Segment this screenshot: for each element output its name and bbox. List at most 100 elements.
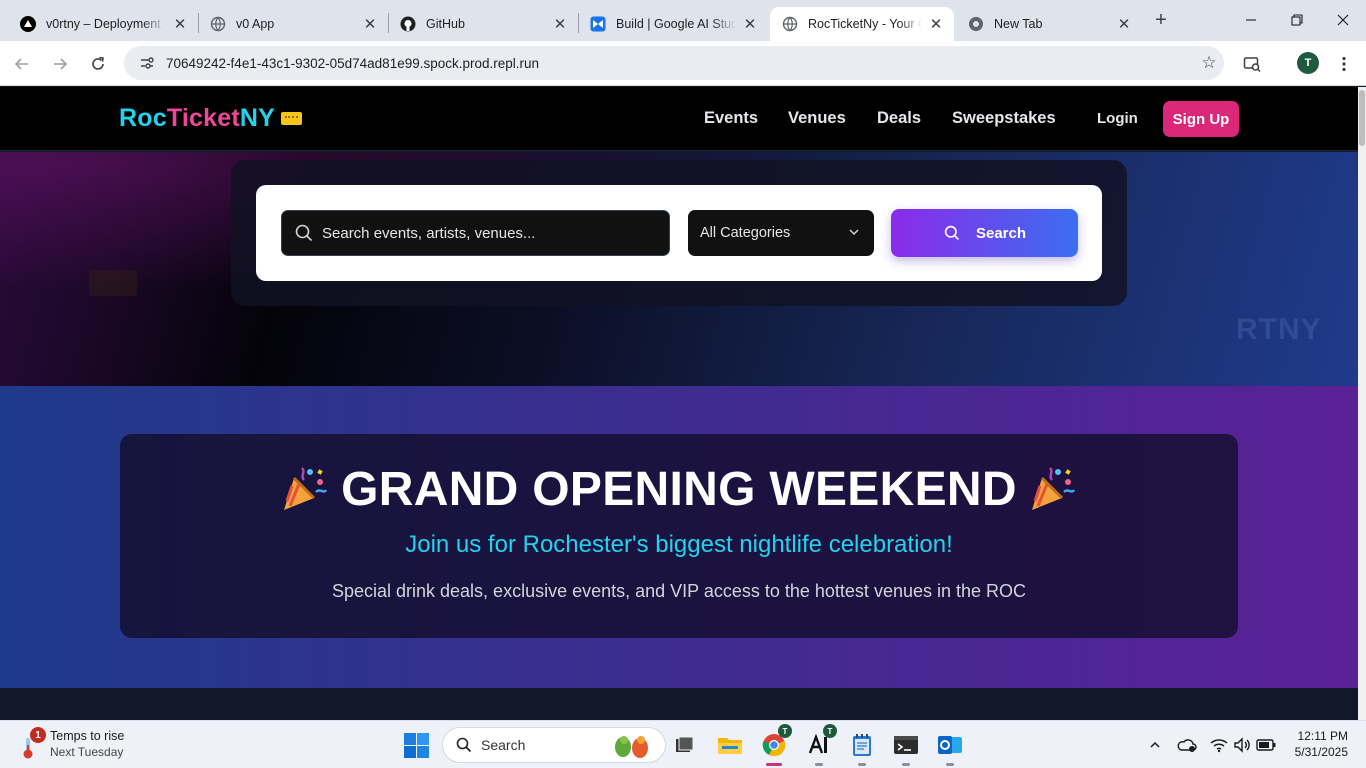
onedrive-icon[interactable]: [1176, 734, 1198, 756]
site-info-icon[interactable]: [138, 54, 156, 72]
chrome-taskbar-icon[interactable]: T: [759, 724, 792, 766]
profile-avatar[interactable]: T: [1297, 52, 1319, 74]
vercel-icon: [20, 16, 36, 32]
nav-link-events[interactable]: Events: [704, 109, 758, 128]
page-scrollbar-thumb[interactable]: [1359, 90, 1365, 146]
search-input[interactable]: Search events, artists, venues...: [281, 210, 670, 256]
notepad-icon[interactable]: [847, 730, 877, 766]
url-text: 70649242-f4e1-43c1-9302-05d74ad81e99.spo…: [166, 55, 540, 71]
promo-description: Special drink deals, exclusive events, a…: [331, 581, 1027, 601]
file-explorer-icon[interactable]: [715, 730, 745, 760]
minimize-icon[interactable]: [1228, 0, 1274, 40]
globe-icon: [210, 16, 226, 32]
kebab-menu-icon[interactable]: [1330, 50, 1358, 78]
login-link[interactable]: Login: [1097, 110, 1138, 127]
hero-section: RTNY Search events, artists, venues... A…: [0, 152, 1358, 386]
app-profile-badge: T: [823, 724, 837, 738]
search-button-label: Search: [975, 224, 1027, 242]
close-tab-icon[interactable]: ✕: [742, 16, 758, 33]
globe-icon: [782, 16, 798, 32]
tab-search-icon[interactable]: [1238, 50, 1266, 78]
search-button[interactable]: Search: [891, 209, 1078, 257]
weather-widget[interactable]: 1 Temps to rise Next Tuesday: [16, 727, 146, 763]
restore-icon[interactable]: [1274, 0, 1320, 40]
site-logo[interactable]: RocTicketNY: [119, 104, 275, 133]
screen: v0rtny – Deployment C ✕ v0 App ✕ GitHub …: [0, 0, 1366, 768]
wifi-icon[interactable]: [1208, 734, 1230, 756]
bookmark-star-icon[interactable]: ☆: [1194, 53, 1224, 73]
running-app-indicator: [815, 763, 823, 766]
chrome-profile-badge: T: [778, 724, 792, 738]
search-icon: [294, 223, 314, 243]
terminal-icon[interactable]: [891, 730, 921, 766]
nav-link-deals[interactable]: Deals: [877, 109, 921, 128]
logo-text-ticket: Ticket: [166, 104, 240, 132]
grand-opening-card: GRAND OPENING WEEKEND Join us for Roches…: [120, 434, 1238, 638]
github-icon: [400, 16, 416, 32]
active-app-indicator: [766, 763, 782, 766]
weather-headline: Temps to rise: [50, 729, 125, 743]
search-icon: [455, 736, 473, 754]
running-app-indicator: [902, 763, 910, 766]
clock-date: 5/31/2025: [1294, 745, 1348, 759]
close-tab-icon[interactable]: ✕: [552, 16, 568, 33]
logo-text-roc: Roc: [119, 104, 167, 132]
search-highlight-birds-icon: [615, 736, 648, 758]
promo-subtitle: Join us for Rochester's biggest nightlif…: [405, 531, 953, 558]
close-tab-icon[interactable]: ✕: [172, 16, 188, 33]
ai-studio-icon: [590, 16, 606, 32]
weather-notification-badge: 1: [30, 727, 46, 743]
close-tab-icon[interactable]: ✕: [1116, 16, 1132, 33]
weather-subline: Next Tuesday: [50, 745, 124, 759]
nav-link-venues[interactable]: Venues: [788, 109, 846, 128]
close-window-icon[interactable]: [1320, 0, 1366, 40]
system-clock[interactable]: 12:11 PM 5/31/2025: [1280, 728, 1348, 760]
volume-icon[interactable]: [1231, 734, 1253, 756]
task-view-icon[interactable]: [669, 730, 699, 760]
hero-background-shape: [89, 270, 137, 296]
windows-start-icon[interactable]: [404, 733, 429, 758]
nav-link-sweepstakes[interactable]: Sweepstakes: [952, 109, 1056, 128]
tab-new-tab[interactable]: New Tab ✕: [956, 7, 1142, 41]
logo-text-ny: NY: [239, 104, 275, 132]
search-card: Search events, artists, venues... All Ca…: [256, 185, 1102, 281]
close-tab-icon[interactable]: ✕: [362, 16, 378, 33]
new-tab-plus-icon[interactable]: +: [1150, 9, 1172, 31]
sign-up-button[interactable]: Sign Up: [1163, 101, 1239, 137]
category-selected-value: All Categories: [700, 225, 791, 241]
running-app-indicator: [858, 763, 866, 766]
browser-tab-strip: v0rtny – Deployment C ✕ v0 App ✕ GitHub …: [0, 0, 1366, 41]
ai-app-taskbar-icon[interactable]: T: [804, 724, 837, 766]
forward-arrow-icon[interactable]: [46, 50, 74, 78]
back-arrow-icon[interactable]: [8, 50, 36, 78]
ticket-emoji-icon: [281, 112, 302, 125]
chrome-icon: [968, 16, 984, 32]
category-select[interactable]: All Categories: [688, 210, 874, 256]
tab-title: v0 App: [236, 17, 275, 31]
close-tab-icon[interactable]: ✕: [928, 16, 944, 33]
tab-v0-app[interactable]: v0 App ✕: [198, 7, 388, 41]
clock-time: 12:11 PM: [1297, 729, 1348, 743]
chevron-down-icon: [849, 229, 859, 236]
taskbar-search-box[interactable]: Search: [442, 727, 666, 763]
hero-watermark: RTNY: [1236, 313, 1322, 346]
address-bar[interactable]: 70649242-f4e1-43c1-9302-05d74ad81e99.spo…: [124, 46, 1224, 80]
web-page: RocTicketNY Events Venues Deals Sweepsta…: [0, 87, 1358, 720]
outlook-icon[interactable]: [935, 730, 965, 766]
tab-title: GitHub: [426, 17, 465, 31]
reload-icon[interactable]: [84, 50, 112, 78]
browser-toolbar: 70649242-f4e1-43c1-9302-05d74ad81e99.spo…: [0, 41, 1366, 86]
chevron-up-icon[interactable]: [1144, 734, 1166, 756]
tab-github[interactable]: GitHub ✕: [388, 7, 578, 41]
tab-rocticketny[interactable]: RocTicketNy - Your Ga ✕: [770, 7, 954, 41]
tab-title: RocTicketNy - Your Ga: [808, 17, 922, 31]
battery-icon[interactable]: [1255, 734, 1277, 756]
tab-v0rtny[interactable]: v0rtny – Deployment C ✕: [8, 7, 198, 41]
tab-ai-studio[interactable]: Build | Google AI Studi ✕: [578, 7, 768, 41]
page-scrollbar[interactable]: [1358, 87, 1366, 720]
tab-title: Build | Google AI Studi: [616, 17, 736, 31]
promo-section: GRAND OPENING WEEKEND Join us for Roches…: [0, 386, 1358, 688]
search-icon: [943, 224, 961, 242]
tab-title: New Tab: [994, 17, 1043, 31]
site-header: RocTicketNY Events Venues Deals Sweepsta…: [0, 87, 1358, 151]
